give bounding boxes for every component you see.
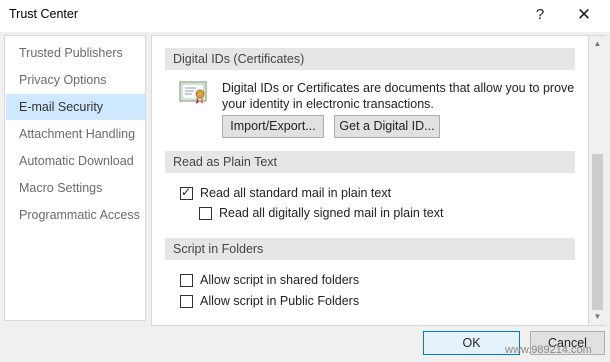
section-header-digital-ids: Digital IDs (Certificates): [165, 48, 575, 70]
allow-script-shared-checkbox[interactable]: [180, 274, 193, 287]
scrollbar-thumb[interactable]: [592, 154, 603, 310]
allow-script-shared-label[interactable]: Allow script in shared folders: [200, 273, 359, 287]
settings-pane: Digital IDs (Certificates) Digital IDs o…: [151, 35, 589, 326]
section-header-plain-text: Read as Plain Text: [165, 151, 575, 173]
section-header-script-folders: Script in Folders: [165, 238, 575, 260]
allow-script-public-label[interactable]: Allow script in Public Folders: [200, 294, 359, 308]
sidebar-item-trusted-publishers[interactable]: Trusted Publishers: [6, 40, 145, 66]
allow-script-public-checkbox[interactable]: [180, 295, 193, 308]
read-signed-plain-text-checkbox[interactable]: [199, 207, 212, 220]
title-bar: Trust Center ? ✕: [0, 0, 610, 32]
sidebar-item-attachment-handling[interactable]: Attachment Handling: [6, 121, 145, 147]
sidebar-item-automatic-download[interactable]: Automatic Download: [6, 148, 145, 174]
certificate-icon: [179, 81, 207, 104]
read-all-plain-text-label[interactable]: Read all standard mail in plain text: [200, 186, 391, 200]
sidebar-item-privacy-options[interactable]: Privacy Options: [6, 67, 145, 93]
read-signed-plain-text-label[interactable]: Read all digitally signed mail in plain …: [219, 206, 443, 220]
import-export-button[interactable]: Import/Export...: [222, 115, 324, 138]
checkmark-icon: ✓: [181, 185, 192, 199]
sidebar-item-macro-settings[interactable]: Macro Settings: [6, 175, 145, 201]
help-button[interactable]: ?: [528, 3, 552, 27]
sidebar-item-email-security[interactable]: E-mail Security: [6, 94, 145, 120]
scroll-up-icon[interactable]: ▲: [589, 36, 606, 52]
vertical-scrollbar[interactable]: ▲ ▼: [589, 35, 606, 326]
window-title: Trust Center: [9, 7, 79, 21]
digital-ids-description: Digital IDs or Certificates are document…: [222, 81, 575, 111]
close-button[interactable]: ✕: [572, 3, 596, 27]
watermark-text: www.989214.com: [505, 344, 592, 356]
scroll-down-icon[interactable]: ▼: [589, 309, 606, 325]
get-digital-id-button[interactable]: Get a Digital ID...: [334, 115, 440, 138]
sidebar-item-programmatic-access[interactable]: Programmatic Access: [6, 202, 145, 228]
read-all-plain-text-checkbox[interactable]: ✓: [180, 185, 193, 200]
sidebar-nav: Trusted Publishers Privacy Options E-mai…: [4, 35, 146, 321]
